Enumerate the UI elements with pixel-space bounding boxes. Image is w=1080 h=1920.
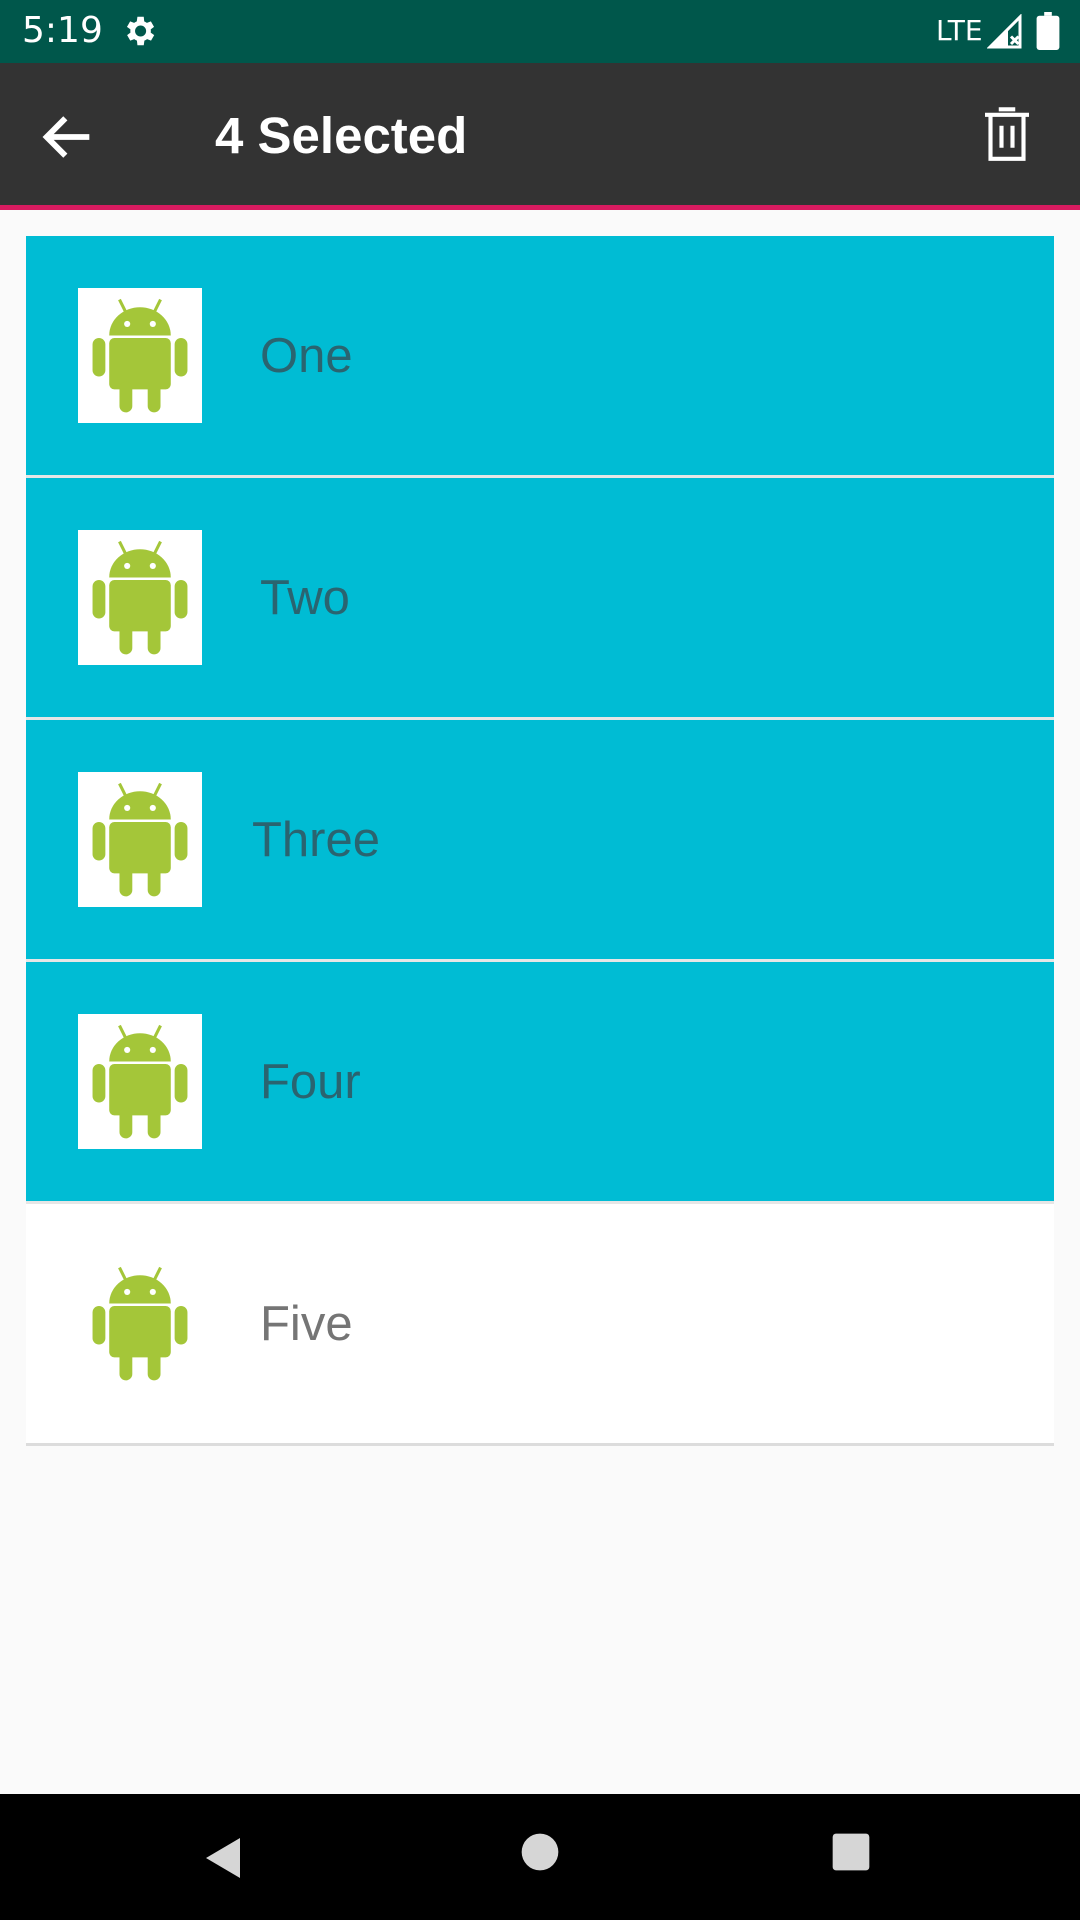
list-item-label: Five xyxy=(260,1297,353,1351)
list-item-label: Two xyxy=(260,571,350,625)
android-icon xyxy=(78,530,202,665)
signal-icon xyxy=(987,14,1022,49)
status-time: 5:19 xyxy=(22,10,103,51)
network-type: LTE xyxy=(936,14,983,47)
nav-back-icon[interactable] xyxy=(200,1834,248,1882)
list-item-five[interactable]: Five xyxy=(26,1204,1054,1446)
item-list: One Two Three Four Five xyxy=(26,236,1054,1446)
action-bar: 4 Selected xyxy=(0,63,1080,210)
list-item-label: One xyxy=(260,329,353,383)
nav-recents-icon[interactable] xyxy=(831,1832,871,1872)
page-title: 4 Selected xyxy=(215,107,468,164)
gear-icon xyxy=(126,16,155,46)
status-bar: 5:19 LTE xyxy=(0,0,1080,63)
navigation-bar xyxy=(0,1794,1080,1920)
arrow-left-icon[interactable] xyxy=(36,105,100,169)
trash-icon[interactable] xyxy=(974,101,1040,167)
battery-icon xyxy=(1036,12,1060,50)
android-icon xyxy=(78,1014,202,1149)
list-item-label: Four xyxy=(260,1055,361,1109)
list-item-label: Three xyxy=(252,813,381,867)
nav-home-icon[interactable] xyxy=(520,1832,560,1872)
android-icon xyxy=(78,1256,202,1391)
list-item-four[interactable]: Four xyxy=(26,962,1054,1204)
android-icon xyxy=(78,772,202,907)
list-item-two[interactable]: Two xyxy=(26,478,1054,720)
list-item-three[interactable]: Three xyxy=(26,720,1054,962)
android-icon xyxy=(78,288,202,423)
list-item-one[interactable]: One xyxy=(26,236,1054,478)
